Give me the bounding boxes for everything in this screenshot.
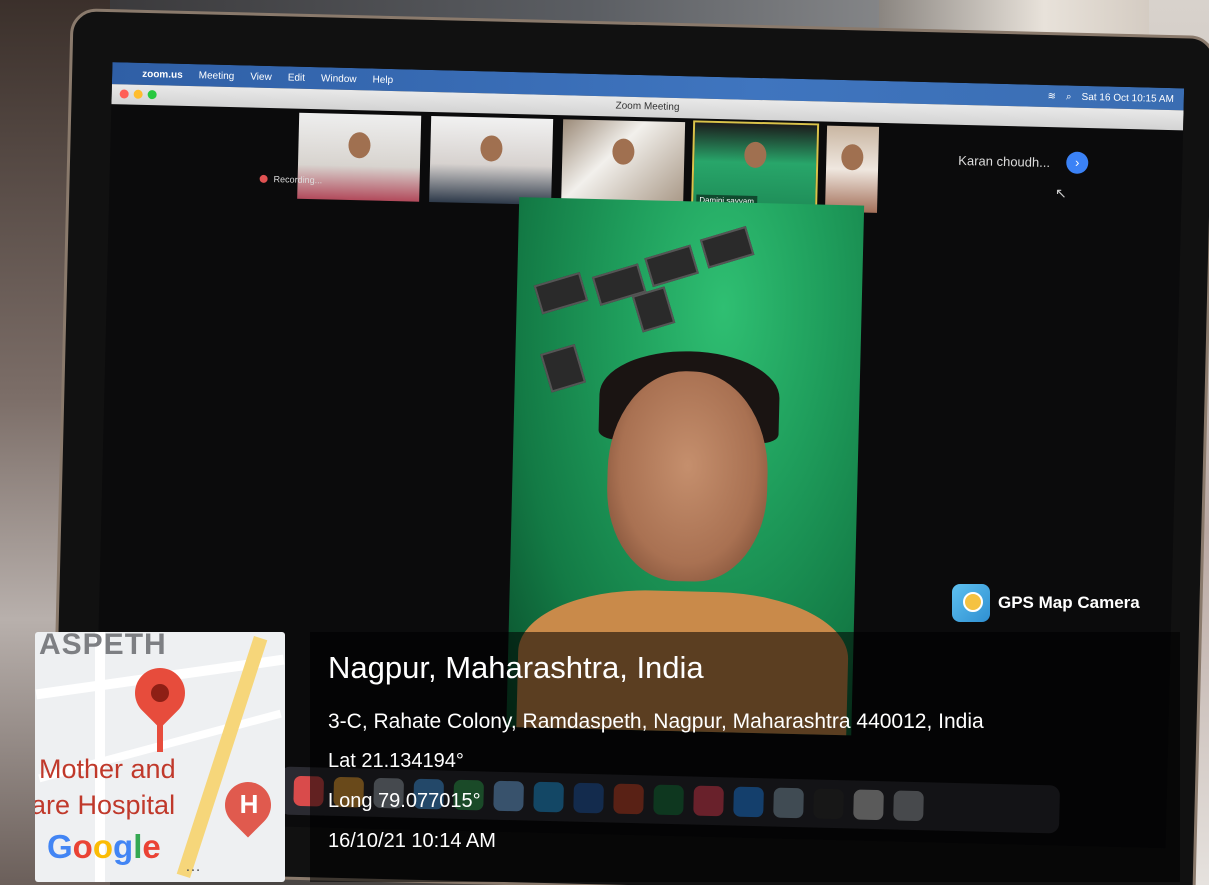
participant-face — [348, 131, 371, 159]
menu-item-edit[interactable]: Edit — [288, 72, 305, 83]
gps-datetime: 16/10/21 10:14 AM — [328, 830, 496, 852]
mouse-cursor-icon: ↖ — [1055, 185, 1067, 201]
menubar-status-area: ≋ ⌕ Sat 16 Oct 10:15 AM — [1047, 91, 1174, 105]
participant-face — [744, 141, 767, 169]
hospital-h-icon: H — [239, 789, 259, 819]
next-page-button[interactable]: › — [1066, 151, 1089, 175]
minimize-window-button[interactable] — [133, 89, 143, 99]
menu-item-window[interactable]: Window — [321, 73, 357, 85]
wifi-icon[interactable]: ≋ — [1047, 91, 1056, 102]
map-street-label: ASPETH — [39, 632, 167, 661]
gps-brand-label: GPS Map Camera — [998, 593, 1140, 612]
gps-address: 3-C, Rahate Colony, Ramdaspeth, Nagpur, … — [328, 710, 984, 733]
wall-frame — [644, 244, 699, 288]
menu-app-name[interactable]: zoom.us — [142, 68, 183, 80]
menubar-clock[interactable]: Sat 16 Oct 10:15 AM — [1081, 91, 1174, 104]
wall-frame — [631, 286, 676, 333]
participant-thumbnail[interactable] — [825, 125, 880, 213]
gps-latitude: Lat 21.134194° — [328, 750, 464, 772]
location-pin-tail — [157, 716, 163, 752]
participant-face — [480, 135, 503, 162]
map-poi-label-line1: Mother and — [39, 754, 176, 784]
map-poi-label-line2: are Hospital — [35, 790, 176, 820]
wall-frame — [540, 343, 587, 393]
menu-item-meeting[interactable]: Meeting — [199, 70, 235, 82]
zoom-window-button[interactable] — [147, 90, 157, 100]
participant-face — [841, 144, 864, 171]
menu-item-help[interactable]: Help — [372, 74, 393, 85]
recording-indicator[interactable]: Recording... — [259, 174, 323, 186]
window-title: Zoom Meeting — [615, 100, 680, 114]
gps-info-panel: Nagpur, Maharashtra, India 3-C, Rahate C… — [310, 632, 1180, 882]
participant-face — [612, 138, 635, 165]
participant-thumbnail-active[interactable]: Damini sayyam — [691, 120, 820, 214]
window-controls — [119, 89, 157, 100]
recording-label: Recording... — [273, 174, 323, 186]
gps-longitude: Long 79.077015° — [328, 790, 481, 812]
next-participant-name: Karan choudh... — [958, 152, 1051, 171]
more-icon: … — [185, 858, 201, 875]
gps-place-title: Nagpur, Maharashtra, India — [328, 650, 704, 685]
photo-scene: zoom.us Meeting View Edit Window Help ≋ … — [0, 0, 1209, 885]
map-thumbnail: ASPETH Mother and are Hospital H Google … — [35, 632, 285, 882]
close-window-button[interactable] — [119, 89, 129, 99]
google-logo: Google — [47, 828, 161, 865]
menu-item-view[interactable]: View — [250, 71, 272, 83]
speaker-face — [604, 369, 771, 584]
wall-frame — [699, 226, 755, 269]
gps-camera-app-icon — [952, 584, 990, 622]
recording-dot-icon — [259, 174, 268, 183]
search-icon[interactable]: ⌕ — [1066, 91, 1072, 102]
wall-frame — [533, 271, 589, 315]
participant-thumbnail[interactable] — [297, 112, 422, 202]
participant-thumbnail[interactable] — [561, 119, 686, 209]
participant-thumbnail[interactable] — [429, 115, 554, 205]
gps-brand: GPS Map Camera — [952, 584, 1140, 622]
